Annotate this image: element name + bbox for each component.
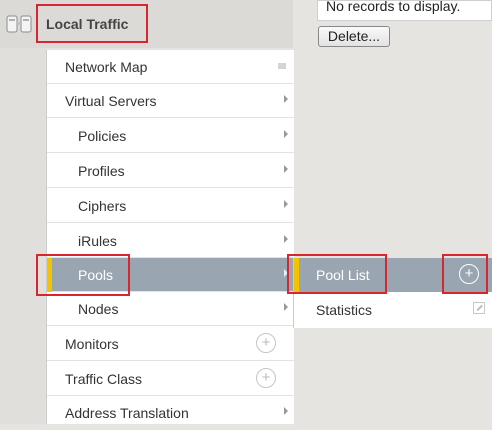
menu-item-label: Network Map: [65, 59, 148, 75]
chevron-right-icon: [284, 130, 288, 138]
menu-item-label: Nodes: [78, 301, 119, 317]
menu-item-network-map[interactable]: Network Map: [47, 50, 294, 84]
menu-item-label: Address Translation: [65, 405, 189, 421]
chevron-right-icon: [284, 165, 288, 173]
menu-item-label: iRules: [78, 233, 117, 249]
empty-records-message: No records to display.: [326, 0, 461, 14]
menu-item-irules[interactable]: iRules: [47, 224, 294, 258]
menu-item-label: Virtual Servers: [65, 93, 157, 109]
delete-button[interactable]: Delete...: [318, 26, 390, 47]
menu-item-label: Policies: [78, 128, 127, 144]
highlight-box-pools: [36, 254, 130, 296]
highlight-box-add-pool: [442, 254, 488, 294]
chevron-right-icon: [284, 235, 288, 243]
highlight-box-pool-list: [287, 254, 387, 294]
menu-item-traffic-class[interactable]: Traffic Class +: [47, 362, 294, 396]
nav-sidebar: [0, 0, 46, 424]
add-icon[interactable]: +: [256, 368, 276, 388]
chevron-right-icon: [284, 407, 288, 415]
menu-item-label: Profiles: [78, 163, 125, 179]
menu-item-virtual-servers[interactable]: Virtual Servers: [47, 84, 294, 118]
menu-item-ciphers[interactable]: Ciphers: [47, 189, 294, 223]
submenu-item-statistics[interactable]: Statistics: [294, 293, 492, 327]
menu-item-nodes[interactable]: Nodes: [47, 292, 294, 326]
menu-item-address-translation[interactable]: Address Translation: [47, 396, 294, 430]
menu-item-label: Ciphers: [78, 198, 127, 214]
menu-item-profiles[interactable]: Profiles: [47, 154, 294, 188]
menu-item-monitors[interactable]: Monitors +: [47, 327, 294, 361]
chevron-right-icon: [284, 95, 288, 103]
menu-item-policies[interactable]: Policies: [47, 119, 294, 153]
add-icon[interactable]: +: [256, 333, 276, 353]
external-link-icon: [473, 302, 485, 314]
local-traffic-menu: Network Map Virtual Servers Policies Pro…: [46, 50, 294, 430]
menu-item-label: Traffic Class: [65, 371, 143, 387]
chevron-right-icon: [284, 200, 288, 208]
local-traffic-icon: [6, 15, 32, 33]
external-icon: [278, 63, 286, 69]
submenu-item-label: Statistics: [316, 302, 373, 318]
chevron-right-icon: [284, 303, 288, 311]
highlight-box-local-traffic: [36, 4, 148, 43]
menu-item-label: Monitors: [65, 336, 119, 352]
